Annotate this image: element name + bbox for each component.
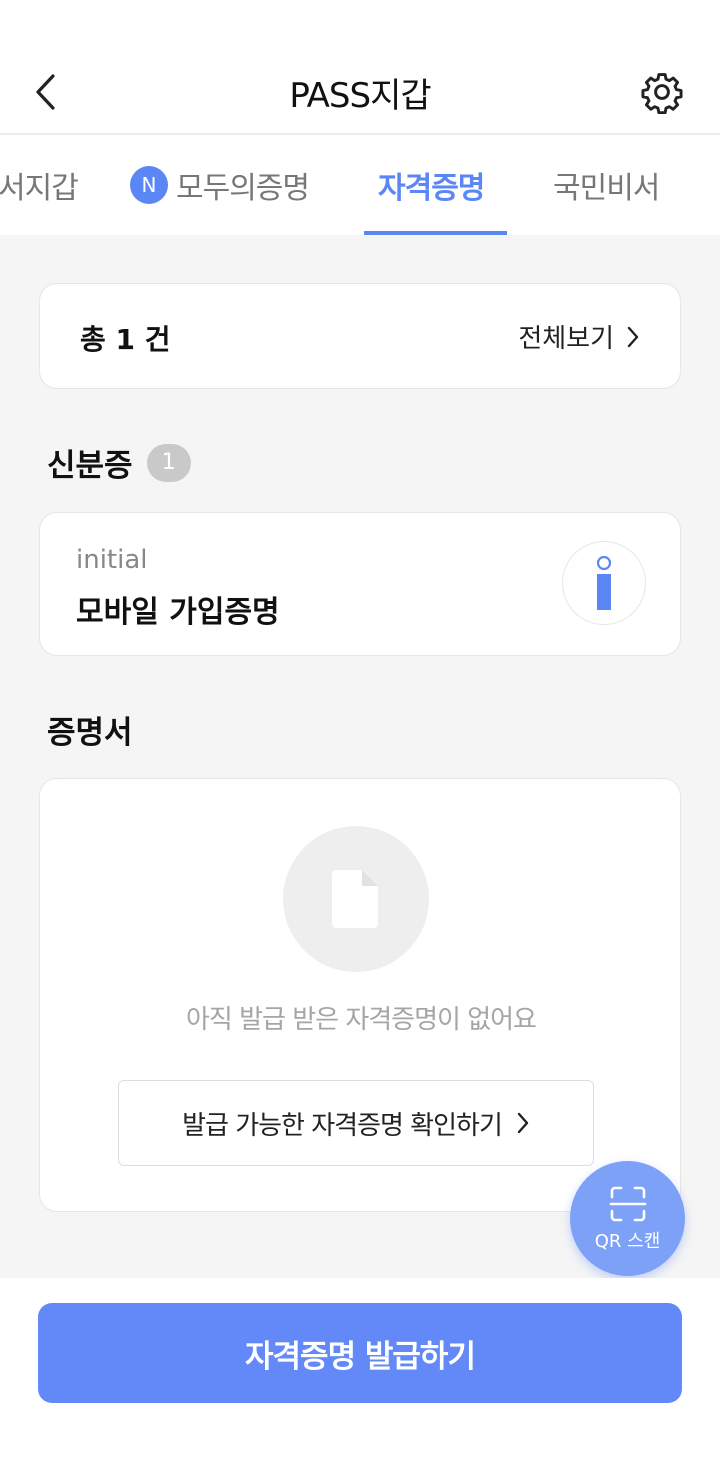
empty-state-text: 아직 발급 받은 자격증명이 없어요 <box>186 1005 537 1035</box>
document-icon <box>332 870 378 928</box>
qr-scan-icon <box>609 1186 646 1221</box>
summary-card: 총 1 건 전체보기 <box>39 283 681 389</box>
check-button-label: 발급 가능한 자격증명 확인하기 <box>182 1110 503 1141</box>
tab-label: 서지갑 <box>0 171 79 206</box>
bottom-bar: 자격증명 발급하기 <box>0 1278 720 1476</box>
new-badge: N <box>130 166 168 204</box>
chevron-right-icon <box>517 1112 529 1134</box>
qr-scan-button[interactable]: QR 스캔 <box>570 1161 685 1276</box>
tab-national-secretary[interactable]: 국민비서 <box>553 135 660 235</box>
id-card-title: 모바일 가입증명 <box>76 595 280 630</box>
cert-section-title: 증명서 <box>47 707 133 752</box>
document-icon-container <box>283 826 429 972</box>
chevron-right-icon <box>627 326 639 347</box>
info-icon <box>562 541 646 625</box>
page-title: PASS지갑 <box>289 76 431 116</box>
settings-button[interactable] <box>638 68 686 116</box>
id-card-subtitle: initial <box>76 545 148 575</box>
tab-label: 자격증명 <box>378 171 485 206</box>
tab-wallet[interactable]: 서지갑 <box>0 135 79 235</box>
tab-bar: 서지갑 N 모두의증명 자격증명 국민비서 <box>0 135 720 235</box>
check-available-credentials-button[interactable]: 발급 가능한 자격증명 확인하기 <box>118 1080 594 1166</box>
tab-credentials[interactable]: 자격증명 <box>378 135 485 235</box>
tab-label: 국민비서 <box>553 171 660 206</box>
certificate-empty-card: 아직 발급 받은 자격증명이 없어요 발급 가능한 자격증명 확인하기 <box>39 778 681 1212</box>
mobile-id-card[interactable]: initial 모바일 가입증명 <box>39 512 681 656</box>
view-all-link[interactable]: 전체보기 <box>518 318 640 355</box>
view-all-label: 전체보기 <box>518 324 614 354</box>
tab-label: 모두의증명 <box>176 171 310 206</box>
section-title-text: 신분증 <box>47 448 133 484</box>
app-header: PASS지갑 <box>0 0 720 135</box>
id-section-title: 신분증 1 <box>47 440 191 485</box>
issue-credential-button[interactable]: 자격증명 발급하기 <box>38 1303 682 1403</box>
count-badge: 1 <box>146 443 191 482</box>
active-tab-indicator <box>364 231 507 235</box>
gear-icon <box>641 73 683 114</box>
section-title-text: 증명서 <box>47 715 133 751</box>
total-count: 총 1 건 <box>80 323 171 356</box>
tab-modu-certificate[interactable]: N 모두의증명 <box>130 135 310 235</box>
qr-scan-label: QR 스캔 <box>594 1230 661 1252</box>
